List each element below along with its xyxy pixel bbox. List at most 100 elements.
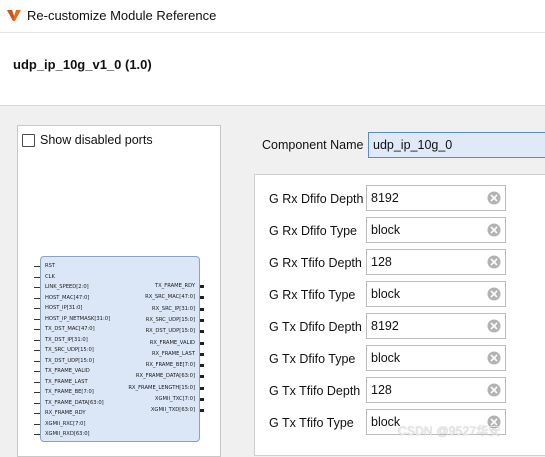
output-port-pin <box>200 352 204 356</box>
input-port-label: TX_FRAME_BE[7:0] <box>45 389 94 395</box>
input-port-label: HOST_IP_NETMASK[31:0] <box>45 315 111 322</box>
output-port-label: XGMII_TXC[7:0] <box>154 396 195 402</box>
input-port-pin <box>34 318 40 320</box>
input-port-label: TX_FRAME_DATA[63:0] <box>45 399 104 406</box>
input-port-pin <box>34 266 40 267</box>
configuration-area: Component Name G Rx Dfifo DepthG Rx Dfif… <box>220 106 545 456</box>
param-label: G Tx Dfifo Type <box>269 352 356 366</box>
param-label: G Tx Dfifo Depth <box>269 320 362 334</box>
input-port-label: TX_SRC_UDP[15:0] <box>45 347 94 353</box>
clear-value-icon[interactable] <box>487 351 501 365</box>
output-port-label: XGMII_TXD[63:0] <box>150 407 195 414</box>
output-port-pin <box>200 409 204 413</box>
param-row: G Rx Tfifo Depth <box>255 249 545 275</box>
input-port-label: HOST_IP[31:0] <box>45 305 83 311</box>
ip-block-symbol: RST CLK LINK_SPEED[2:0] HOST_MAC[47:0] HOST_… <box>34 256 204 442</box>
input-port-label: TX_DST_IP[31:0] <box>45 336 88 343</box>
parameters-panel: G Rx Dfifo Depth G Rx Dfifo Type G Rx Tfif… <box>254 174 545 456</box>
output-port-pin <box>200 398 204 401</box>
param-row: G Rx Tfifo Type <box>255 281 545 307</box>
input-port-pin <box>34 329 40 330</box>
output-port-pin <box>200 330 204 334</box>
param-value-input[interactable] <box>366 185 506 211</box>
input-port-label: CLK <box>45 273 55 280</box>
input-port-label: RST <box>45 263 56 269</box>
input-port-pin <box>34 339 40 341</box>
output-port-pin <box>200 364 204 368</box>
param-label: G Rx Tfifo Type <box>269 288 356 302</box>
clear-value-icon[interactable] <box>487 383 501 397</box>
ip-name: udp_ip_10g_v1_0 (1.0) <box>13 57 152 72</box>
clear-value-icon[interactable] <box>487 255 501 269</box>
param-value-input[interactable] <box>366 377 506 403</box>
clear-value-icon[interactable] <box>487 191 501 205</box>
output-port-pin <box>200 296 204 300</box>
clear-value-icon[interactable] <box>487 287 501 301</box>
output-port-label: RX_FRAME_LAST <box>151 350 195 357</box>
output-port-label: RX_SRC_IP[31:0] <box>152 305 195 312</box>
input-port-label: TX_FRAME_LAST <box>45 378 88 385</box>
input-port-label: TX_FRAME_VALID <box>45 368 90 374</box>
param-label: G Rx Dfifo Depth <box>269 192 364 206</box>
watermark: CSDN @9527华安 <box>398 424 501 438</box>
input-port-pin <box>34 297 40 299</box>
input-port-pin <box>34 392 40 393</box>
param-value-input[interactable] <box>366 345 506 371</box>
input-port-pin <box>34 413 40 414</box>
component-name-label: Component Name <box>262 138 364 152</box>
output-port-label: TX_FRAME_RDY <box>154 283 195 289</box>
param-value-input[interactable] <box>366 217 506 243</box>
input-port-label: LINK_SPEED[2:0] <box>45 284 89 290</box>
param-row: G Tx Dfifo Type <box>255 345 545 371</box>
input-port-pin <box>34 360 40 362</box>
symbol-panel: Show disabled ports RST CLK LINK_SPEED[2:0… <box>17 125 221 457</box>
checkbox-box[interactable] <box>22 133 35 147</box>
show-disabled-ports-label: Show disabled ports <box>40 133 153 147</box>
input-port-pin <box>34 434 40 435</box>
output-port-pin <box>200 341 204 345</box>
input-port-label: RX_FRAME_RDY <box>45 410 86 416</box>
param-value-input[interactable] <box>366 249 506 275</box>
param-label: G Rx Tfifo Depth <box>269 256 362 270</box>
input-port-label: XGMII_RXC[7:0] <box>45 420 86 427</box>
show-disabled-ports-checkbox[interactable]: Show disabled ports <box>22 133 153 147</box>
input-port-pin <box>34 402 40 404</box>
header-band: udp_ip_10g_v1_0 (1.0) <box>0 33 545 106</box>
input-port-label: TX_DST_MAC[47:0] <box>45 326 95 332</box>
param-value-input[interactable] <box>366 313 506 339</box>
output-port-pin <box>200 307 204 311</box>
param-row: G Tx Tfifo Depth <box>255 377 545 403</box>
output-port-pin <box>200 386 204 390</box>
component-name-input[interactable] <box>368 132 545 158</box>
input-port-label: HOST_MAC[47:0] <box>45 294 90 301</box>
output-port-pin <box>200 285 204 288</box>
title-bar: Re-customize Module Reference <box>0 0 545 33</box>
input-port-pin <box>34 350 40 351</box>
clear-value-icon[interactable] <box>487 319 501 333</box>
param-label: G Tx Tfifo Type <box>269 416 354 430</box>
param-row: G Tx Dfifo Depth <box>255 313 545 339</box>
input-port-label: TX_DST_UDP[15:0] <box>45 357 94 364</box>
input-port-label: XGMII_RXD[63:0] <box>45 431 90 437</box>
output-port-label: RX_FRAME_BE[7:0] <box>145 362 195 369</box>
output-port-pin <box>200 375 204 379</box>
param-value-input[interactable] <box>366 281 506 307</box>
param-row: G Rx Dfifo Type <box>255 217 545 243</box>
param-row: G Rx Dfifo Depth <box>255 185 545 211</box>
vivado-logo-icon <box>7 10 21 21</box>
input-port-pin <box>34 308 40 309</box>
input-port-pin <box>34 276 40 278</box>
output-port-label: RX_SRC_UDP[15:0] <box>145 316 195 323</box>
input-port-pin <box>34 381 40 383</box>
output-port-label: RX_FRAME_DATA[63:0] <box>135 373 195 380</box>
output-port-label: RX_FRAME_LENGTH[15:0] <box>128 384 195 391</box>
param-label: G Rx Dfifo Type <box>269 224 357 238</box>
clear-value-icon[interactable] <box>487 223 501 237</box>
output-port-label: RX_FRAME_VALID <box>149 339 195 346</box>
input-port-pin <box>34 371 40 372</box>
output-port-label: RX_DST_UDP[15:0] <box>145 328 195 335</box>
output-port-label: RX_SRC_MAC[47:0] <box>145 294 195 301</box>
input-port-pin <box>34 423 40 425</box>
param-label: G Tx Tfifo Depth <box>269 384 361 398</box>
window-title: Re-customize Module Reference <box>27 8 217 23</box>
